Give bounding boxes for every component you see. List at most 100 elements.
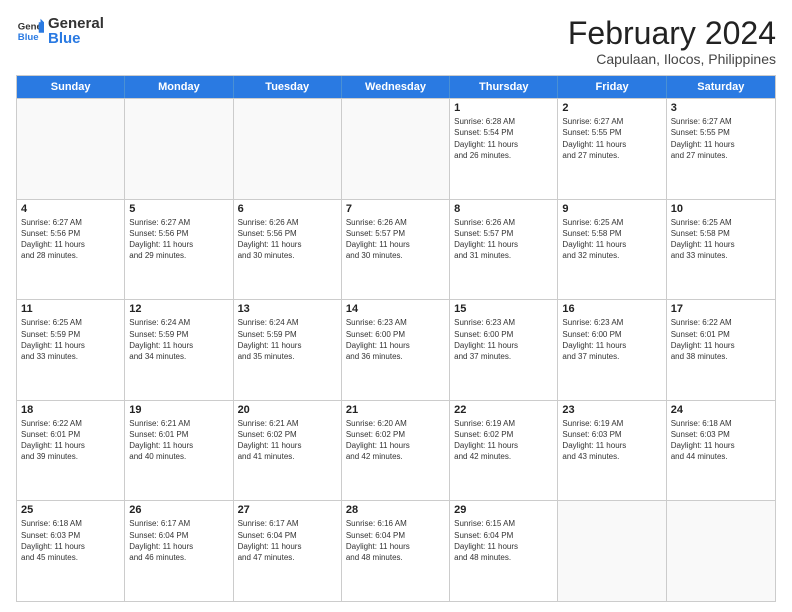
- cell-info: Sunrise: 6:24 AM Sunset: 5:59 PM Dayligh…: [129, 317, 228, 362]
- cell-info: Sunrise: 6:18 AM Sunset: 6:03 PM Dayligh…: [21, 518, 120, 563]
- day-cell-6: 6 Sunrise: 6:26 AM Sunset: 5:56 PM Daylig…: [234, 200, 342, 300]
- day-number: 8: [454, 203, 553, 215]
- logo-general: General: [48, 16, 104, 31]
- cell-info: Sunrise: 6:23 AM Sunset: 6:00 PM Dayligh…: [454, 317, 553, 362]
- day-cell-15: 15 Sunrise: 6:23 AM Sunset: 6:00 PM Dayli…: [450, 300, 558, 400]
- cell-info: Sunrise: 6:19 AM Sunset: 6:03 PM Dayligh…: [562, 418, 661, 463]
- week-row-3: 11 Sunrise: 6:25 AM Sunset: 5:59 PM Dayli…: [17, 299, 775, 400]
- cell-info: Sunrise: 6:27 AM Sunset: 5:55 PM Dayligh…: [562, 116, 661, 161]
- empty-cell: [558, 501, 666, 601]
- cell-info: Sunrise: 6:20 AM Sunset: 6:02 PM Dayligh…: [346, 418, 445, 463]
- cell-info: Sunrise: 6:27 AM Sunset: 5:56 PM Dayligh…: [129, 217, 228, 262]
- day-number: 2: [562, 102, 661, 114]
- week-row-2: 4 Sunrise: 6:27 AM Sunset: 5:56 PM Daylig…: [17, 199, 775, 300]
- cell-info: Sunrise: 6:25 AM Sunset: 5:59 PM Dayligh…: [21, 317, 120, 362]
- cell-info: Sunrise: 6:22 AM Sunset: 6:01 PM Dayligh…: [671, 317, 771, 362]
- cell-info: Sunrise: 6:17 AM Sunset: 6:04 PM Dayligh…: [238, 518, 337, 563]
- location-subtitle: Capulaan, Ilocos, Philippines: [568, 51, 776, 67]
- calendar-body: 1 Sunrise: 6:28 AM Sunset: 5:54 PM Daylig…: [17, 98, 775, 601]
- day-cell-26: 26 Sunrise: 6:17 AM Sunset: 6:04 PM Dayli…: [125, 501, 233, 601]
- day-cell-12: 12 Sunrise: 6:24 AM Sunset: 5:59 PM Dayli…: [125, 300, 233, 400]
- day-number: 16: [562, 303, 661, 315]
- day-cell-22: 22Sunrise: 6:19 AM Sunset: 6:02 PM Dayli…: [450, 401, 558, 501]
- cell-info: Sunrise: 6:23 AM Sunset: 6:00 PM Dayligh…: [346, 317, 445, 362]
- day-number: 14: [346, 303, 445, 315]
- week-row-4: 18 Sunrise: 6:22 AM Sunset: 6:01 PM Dayli…: [17, 400, 775, 501]
- day-number: 24: [671, 404, 771, 416]
- title-block: February 2024 Capulaan, Ilocos, Philippi…: [568, 16, 776, 67]
- cell-info: Sunrise: 6:27 AM Sunset: 5:56 PM Dayligh…: [21, 217, 120, 262]
- cell-info: Sunrise: 6:26 AM Sunset: 5:57 PM Dayligh…: [454, 217, 553, 262]
- day-cell-20: 20 Sunrise: 6:21 AM Sunset: 6:02 PM Dayli…: [234, 401, 342, 501]
- cell-info: Sunrise: 6:21 AM Sunset: 6:02 PM Dayligh…: [238, 418, 337, 463]
- day-number: 25: [21, 504, 120, 516]
- cell-info: Sunrise: 6:25 AM Sunset: 5:58 PM Dayligh…: [671, 217, 771, 262]
- day-header-thursday: Thursday: [450, 76, 558, 98]
- day-number: 15: [454, 303, 553, 315]
- day-number: 13: [238, 303, 337, 315]
- cell-info: Sunrise: 6:17 AM Sunset: 6:04 PM Dayligh…: [129, 518, 228, 563]
- cell-info: Sunrise: 6:24 AM Sunset: 5:59 PM Dayligh…: [238, 317, 337, 362]
- day-header-monday: Monday: [125, 76, 233, 98]
- day-cell-3: 3 Sunrise: 6:27 AM Sunset: 5:55 PM Daylig…: [667, 99, 775, 199]
- cell-info: Sunrise: 6:22 AM Sunset: 6:01 PM Dayligh…: [21, 418, 120, 463]
- day-number: 26: [129, 504, 228, 516]
- week-row-1: 1 Sunrise: 6:28 AM Sunset: 5:54 PM Daylig…: [17, 98, 775, 199]
- day-cell-29: 29Sunrise: 6:15 AM Sunset: 6:04 PM Dayli…: [450, 501, 558, 601]
- day-header-saturday: Saturday: [667, 76, 775, 98]
- day-cell-24: 24Sunrise: 6:18 AM Sunset: 6:03 PM Dayli…: [667, 401, 775, 501]
- day-cell-25: 25 Sunrise: 6:18 AM Sunset: 6:03 PM Dayli…: [17, 501, 125, 601]
- day-number: 9: [562, 203, 661, 215]
- day-cell-13: 13 Sunrise: 6:24 AM Sunset: 5:59 PM Dayli…: [234, 300, 342, 400]
- day-cell-17: 17 Sunrise: 6:22 AM Sunset: 6:01 PM Dayli…: [667, 300, 775, 400]
- month-title: February 2024: [568, 16, 776, 51]
- day-header-tuesday: Tuesday: [234, 76, 342, 98]
- day-number: 12: [129, 303, 228, 315]
- day-cell-5: 5 Sunrise: 6:27 AM Sunset: 5:56 PM Daylig…: [125, 200, 233, 300]
- svg-text:Blue: Blue: [18, 32, 39, 43]
- empty-cell: [342, 99, 450, 199]
- day-number: 11: [21, 303, 120, 315]
- logo-text: General Blue: [48, 16, 104, 46]
- day-number: 19: [129, 404, 228, 416]
- logo: General Blue General Blue: [16, 16, 104, 46]
- day-cell-28: 28Sunrise: 6:16 AM Sunset: 6:04 PM Dayli…: [342, 501, 450, 601]
- day-cell-23: 23 Sunrise: 6:19 AM Sunset: 6:03 PM Dayli…: [558, 401, 666, 501]
- cell-info: Sunrise: 6:15 AM Sunset: 6:04 PM Dayligh…: [454, 518, 553, 563]
- day-header-wednesday: Wednesday: [342, 76, 450, 98]
- day-cell-8: 8 Sunrise: 6:26 AM Sunset: 5:57 PM Daylig…: [450, 200, 558, 300]
- empty-cell: [234, 99, 342, 199]
- calendar: SundayMondayTuesdayWednesdayThursdayFrid…: [16, 75, 776, 602]
- day-number: 6: [238, 203, 337, 215]
- cell-info: Sunrise: 6:27 AM Sunset: 5:55 PM Dayligh…: [671, 116, 771, 161]
- cell-info: Sunrise: 6:21 AM Sunset: 6:01 PM Dayligh…: [129, 418, 228, 463]
- day-number: 3: [671, 102, 771, 114]
- day-header-friday: Friday: [558, 76, 666, 98]
- logo-icon: General Blue: [16, 17, 44, 45]
- day-number: 20: [238, 404, 337, 416]
- day-cell-4: 4 Sunrise: 6:27 AM Sunset: 5:56 PM Daylig…: [17, 200, 125, 300]
- day-cell-16: 16 Sunrise: 6:23 AM Sunset: 6:00 PM Dayli…: [558, 300, 666, 400]
- calendar-header: SundayMondayTuesdayWednesdayThursdayFrid…: [17, 76, 775, 98]
- day-number: 7: [346, 203, 445, 215]
- day-cell-19: 19 Sunrise: 6:21 AM Sunset: 6:01 PM Dayli…: [125, 401, 233, 501]
- day-number: 18: [21, 404, 120, 416]
- day-cell-9: 9Sunrise: 6:25 AM Sunset: 5:58 PM Daylig…: [558, 200, 666, 300]
- day-cell-10: 10 Sunrise: 6:25 AM Sunset: 5:58 PM Dayli…: [667, 200, 775, 300]
- day-number: 5: [129, 203, 228, 215]
- day-number: 17: [671, 303, 771, 315]
- day-cell-18: 18 Sunrise: 6:22 AM Sunset: 6:01 PM Dayli…: [17, 401, 125, 501]
- day-number: 23: [562, 404, 661, 416]
- day-number: 27: [238, 504, 337, 516]
- day-number: 10: [671, 203, 771, 215]
- day-cell-21: 21Sunrise: 6:20 AM Sunset: 6:02 PM Dayli…: [342, 401, 450, 501]
- day-number: 4: [21, 203, 120, 215]
- cell-info: Sunrise: 6:26 AM Sunset: 5:56 PM Dayligh…: [238, 217, 337, 262]
- day-number: 1: [454, 102, 553, 114]
- cell-info: Sunrise: 6:28 AM Sunset: 5:54 PM Dayligh…: [454, 116, 553, 161]
- empty-cell: [125, 99, 233, 199]
- page: General Blue General Blue February 2024 …: [0, 0, 792, 612]
- cell-info: Sunrise: 6:23 AM Sunset: 6:00 PM Dayligh…: [562, 317, 661, 362]
- cell-info: Sunrise: 6:26 AM Sunset: 5:57 PM Dayligh…: [346, 217, 445, 262]
- header: General Blue General Blue February 2024 …: [16, 16, 776, 67]
